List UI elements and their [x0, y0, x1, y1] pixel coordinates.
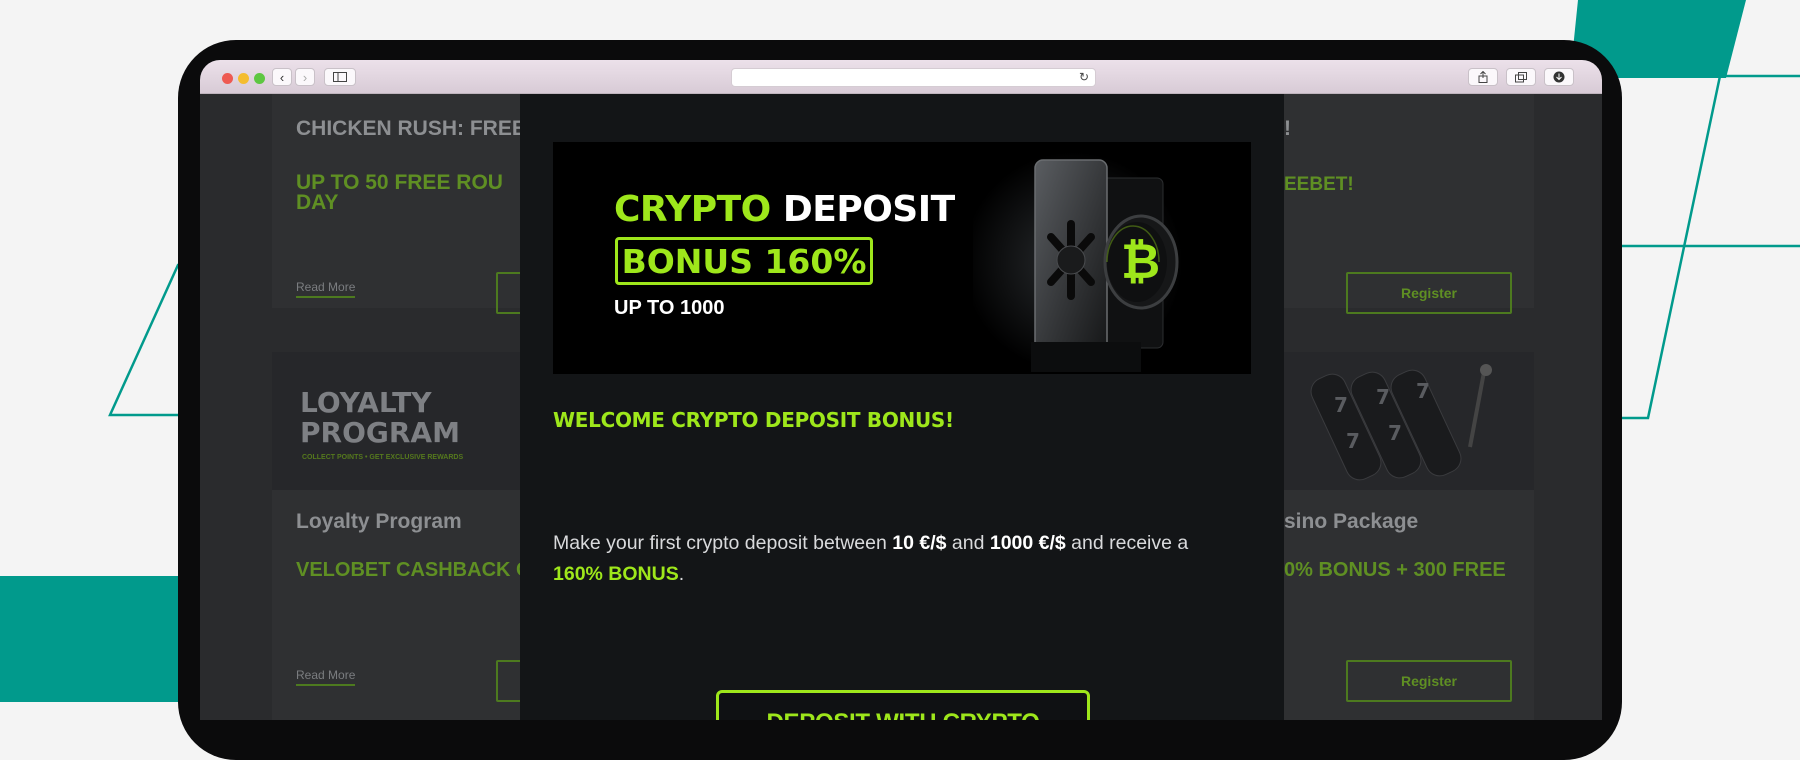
promo-card-loyalty: Loyalty Program VELOBET CASHBACK C Read …: [272, 490, 530, 720]
back-button[interactable]: ‹: [272, 68, 292, 86]
card-subtitle: EEBET!: [1284, 174, 1354, 195]
close-window-dot[interactable]: [222, 73, 233, 84]
banner-headline-deposit: DEPOSIT: [782, 189, 955, 230]
card-title: sino Package: [1284, 510, 1419, 533]
bitcoin-icon: ₿: [1121, 234, 1160, 290]
sidebar-icon: [333, 72, 347, 82]
browser-toolbar: ‹ › ↻: [200, 60, 1602, 94]
share-button[interactable]: [1468, 68, 1498, 86]
card-title: !: [1284, 117, 1291, 140]
description-text: and: [946, 532, 990, 554]
tabs-icon: [1515, 72, 1527, 83]
promo-card-casino-package: sino Package 0% BONUS + 300 FREE Registe…: [1284, 490, 1534, 720]
modal-heading: WELCOME CRYPTO DEPOSIT BONUS!: [553, 408, 954, 432]
banner-upto: UP TO 1000: [614, 297, 725, 319]
card-subtitle-line2: DAY: [296, 191, 339, 214]
card-subtitle: VELOBET CASHBACK C: [296, 559, 531, 581]
svg-text:7: 7: [1334, 393, 1348, 417]
svg-text:7: 7: [1416, 379, 1430, 403]
banner-bonus-box: BONUS 160%: [615, 237, 873, 285]
banner-headline-crypto: CRYPTO: [614, 189, 771, 230]
minimize-window-dot[interactable]: [238, 73, 249, 84]
read-more-link[interactable]: Read More: [296, 280, 356, 298]
tabs-button[interactable]: [1506, 68, 1536, 86]
card-subtitle: UP TO 50 FREE ROU: [296, 171, 503, 194]
description-text: .: [678, 563, 685, 585]
download-icon: [1553, 71, 1565, 83]
register-button[interactable]: Register: [1346, 272, 1512, 314]
crypto-deposit-banner: CRYPTO DEPOSIT BONUS 160% UP TO 1000 ₿: [553, 142, 1251, 374]
reload-icon[interactable]: ↻: [1079, 69, 1089, 86]
bonus-percent: 160% BONUS: [553, 563, 679, 585]
svg-text:7: 7: [1388, 421, 1402, 445]
card-subtitle: 0% BONUS + 300 FREE: [1284, 559, 1506, 581]
promo-card-chicken-rush: CHICKEN RUSH: FREE UP TO 50 FREE ROU DAY…: [272, 94, 526, 314]
banner-headline: CRYPTO DEPOSIT: [614, 189, 955, 230]
svg-text:7: 7: [1376, 385, 1390, 409]
loyalty-banner-subtitle: COLLECT POINTS • GET EXCLUSIVE REWARDS: [302, 454, 464, 461]
download-button[interactable]: [1544, 68, 1574, 86]
chevron-left-icon: ‹: [279, 70, 285, 85]
sidebar-button[interactable]: [324, 68, 356, 86]
maximize-window-dot[interactable]: [254, 73, 265, 84]
loyalty-banner: LOYALTY PROGRAM COLLECT POINTS • GET EXC…: [272, 352, 522, 490]
safe-vault-image: ₿: [973, 152, 1183, 372]
loyalty-banner-title-line1: LOYALTY: [300, 386, 432, 419]
bonus-modal: CRYPTO DEPOSIT BONUS 160% UP TO 1000 ₿ W…: [520, 94, 1284, 720]
slot-reels-image: 777 77: [1310, 364, 1492, 481]
address-bar[interactable]: ↻: [731, 68, 1096, 87]
description-text: and receive a: [1065, 532, 1189, 554]
register-button[interactable]: Register: [1346, 660, 1512, 702]
svg-text:7: 7: [1346, 429, 1360, 453]
modal-description: Make your first crypto deposit between 1…: [553, 528, 1253, 590]
browser-window: ‹ › ↻ CHICKEN RUSH: FREE UP TO 50 FREE R…: [200, 60, 1602, 720]
loyalty-banner-title-line2: PROGRAM: [300, 416, 460, 449]
chevron-right-icon: ›: [302, 70, 308, 85]
forward-button[interactable]: ›: [295, 68, 315, 86]
card-title: Loyalty Program: [296, 510, 462, 533]
min-amount: 10 €/$: [892, 532, 947, 554]
description-text: Make your first crypto deposit between: [553, 532, 893, 554]
deposit-with-crypto-button[interactable]: DEPOSIT WITH CRYPTO: [716, 690, 1090, 720]
promo-card-freebet: ! EEBET! Register: [1284, 94, 1534, 314]
card-title: CHICKEN RUSH: FREE: [296, 117, 526, 140]
max-amount: 1000 €/$: [989, 532, 1066, 554]
share-icon: [1478, 70, 1488, 83]
casino-package-banner: 777 77: [1284, 352, 1534, 490]
read-more-link[interactable]: Read More: [296, 668, 356, 686]
